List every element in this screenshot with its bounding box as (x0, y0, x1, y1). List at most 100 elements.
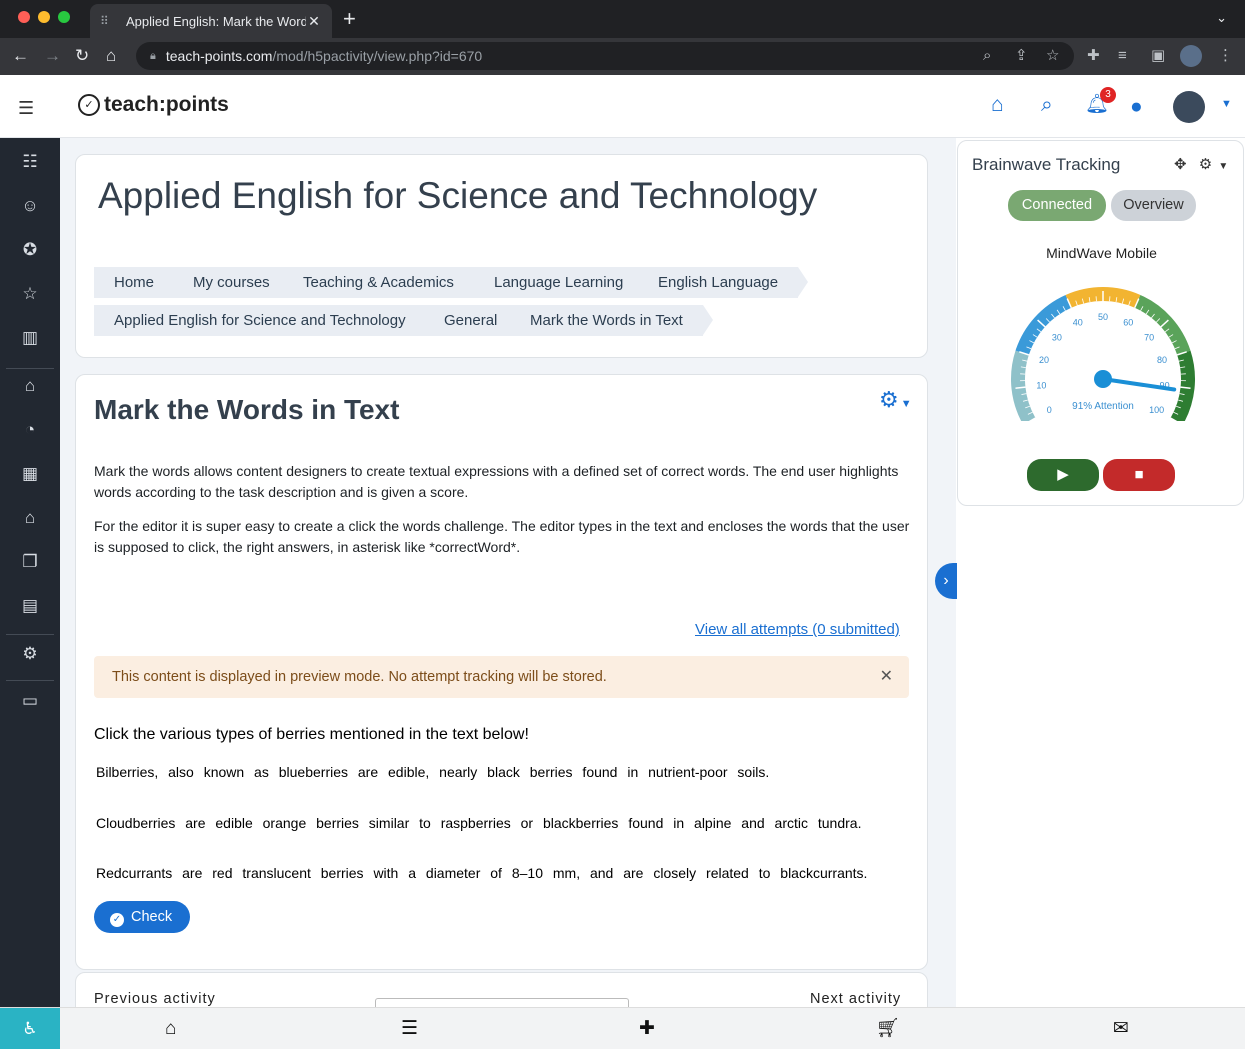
gauge-tick-label: 30 (1052, 333, 1062, 343)
accessibility-icon[interactable]: ♿︎ (0, 1008, 60, 1049)
gauge-tick-label: 100 (1149, 405, 1164, 415)
dashboard-gauge-icon[interactable]: ◔ (20, 420, 40, 440)
minimize-window-button[interactable] (38, 11, 50, 23)
maximize-window-button[interactable] (58, 11, 70, 23)
close-window-button[interactable] (18, 11, 30, 23)
course-index-icon[interactable]: ☷ (20, 152, 40, 172)
lock-icon: 🔒︎ (150, 49, 156, 62)
zoom-icon[interactable]: ⌕ (983, 46, 991, 66)
gauge-tick-label: 80 (1157, 355, 1167, 365)
activity-card: Mark the Words in Text ⚙ ▼ Mark the words… (75, 374, 928, 970)
play-button[interactable]: ▶ (1027, 459, 1099, 491)
sidebar-divider (6, 368, 54, 369)
mark-words-sentence[interactable]: Cloudberries are edible orange berries s… (96, 815, 861, 831)
forward-icon[interactable]: → (44, 46, 61, 66)
home-icon[interactable]: ⌂ (165, 1018, 176, 1040)
participants-icon[interactable]: ☺ (20, 196, 40, 216)
favourites-star-icon[interactable]: ☆ (20, 284, 40, 304)
library-book-icon[interactable]: ▥ (20, 328, 40, 348)
home-icon[interactable]: ⌂ (106, 46, 116, 66)
media-control-icon[interactable]: ≡ (1118, 46, 1127, 66)
tab-overview[interactable]: Overview (1111, 190, 1196, 221)
check-button[interactable]: ✓ Check (94, 901, 190, 933)
reload-icon[interactable]: ↻ (75, 46, 89, 66)
brainwave-block: Brainwave Tracking ✥ ⚙ ▼ Connected Overv… (957, 140, 1244, 506)
address-bar[interactable]: 🔒︎ teach-points.com/mod/h5pactivity/view… (136, 42, 1074, 70)
tab-close-icon[interactable]: ✕ (306, 13, 322, 30)
cart-icon[interactable]: 🛒︎ (876, 1018, 900, 1040)
breadcrumb-course[interactable]: Applied English for Science and Technolo… (94, 305, 436, 336)
breadcrumb-my-courses[interactable]: My courses (171, 267, 300, 298)
drawer-toggle-chevron-icon[interactable]: › (935, 563, 957, 599)
block-menu-caret-icon[interactable]: ▼ (1218, 161, 1228, 172)
breadcrumb-language-learning[interactable]: Language Learning (472, 267, 654, 298)
home-nav-icon[interactable]: ⌂ (991, 94, 1004, 116)
next-activity-label: Next activity (810, 991, 902, 1007)
notification-count-badge: 3 (1100, 87, 1116, 103)
calendar-icon[interactable]: ▦ (20, 464, 40, 484)
sidebar-divider (6, 680, 54, 681)
site-header: ☰ ✓ teach:points ⌂ ⌕ 🔔︎ ● (0, 75, 1245, 138)
breadcrumb-teaching-academics[interactable]: Teaching & Academics (281, 267, 484, 298)
tab-connected[interactable]: Connected (1008, 190, 1106, 221)
bookmark-star-icon[interactable]: ☆ (1046, 46, 1059, 66)
files-folder-icon[interactable]: ▭ (20, 691, 40, 711)
home-icon[interactable]: ⌂ (20, 376, 40, 396)
gauge-attention-readout: 91% Attention (1072, 401, 1134, 412)
content-bank-icon[interactable]: ❐ (20, 552, 40, 572)
messages-chat-icon[interactable]: ● (1130, 96, 1143, 118)
task-instruction: Click the various types of berries menti… (94, 726, 529, 743)
mail-icon[interactable]: ✉ (1113, 1018, 1129, 1040)
browser-tab-bar: ⠿ Applied English: Mark the Words in Tex… (0, 0, 1245, 38)
tab-title: Applied English: Mark the Words in Text (126, 13, 306, 29)
browser-menu-icon[interactable]: ⋮ (1218, 46, 1233, 66)
user-avatar[interactable] (1173, 91, 1205, 123)
site-admin-gear-icon[interactable]: ⚙ (20, 644, 40, 664)
sidebar-divider (6, 634, 54, 635)
extensions-icon[interactable]: ✚ (1087, 46, 1100, 66)
activity-description-1: Mark the words allows content designers … (94, 463, 899, 500)
side-panel-icon[interactable]: ▣ (1151, 46, 1165, 66)
move-block-icon[interactable]: ✥ (1174, 156, 1187, 173)
user-menu-caret-icon[interactable]: ▼ (1221, 98, 1232, 110)
add-icon[interactable]: ✚ (639, 1018, 655, 1040)
list-icon[interactable]: ☰ (401, 1018, 418, 1040)
gauge-tick-label: 0 (1047, 405, 1052, 415)
block-settings-gear-icon[interactable]: ⚙ (1199, 156, 1212, 173)
activity-settings-gear-icon[interactable]: ⚙ ▼ (879, 387, 912, 413)
my-courses-cap-icon[interactable]: ⌂ (20, 508, 40, 528)
stop-icon: ■ (1134, 466, 1144, 483)
alert-close-icon[interactable]: ✕ (880, 656, 893, 698)
new-tab-icon[interactable]: + (343, 8, 356, 30)
breadcrumb-general[interactable]: General (422, 305, 528, 336)
check-circle-icon: ✓ (110, 913, 124, 927)
badges-icon[interactable]: ✪ (20, 240, 40, 260)
url-host: teach-points.com (165, 48, 273, 64)
gauge-tick-label: 20 (1039, 355, 1049, 365)
gauge-band (1011, 350, 1036, 421)
page-title: Applied English for Science and Technolo… (98, 175, 818, 216)
back-icon[interactable]: ← (12, 46, 29, 66)
share-icon[interactable]: ⇪ (1015, 46, 1028, 66)
stop-button[interactable]: ■ (1103, 459, 1175, 491)
breadcrumb-home[interactable]: Home (94, 267, 185, 298)
logo-mark-icon: ✓ (78, 94, 100, 116)
mark-words-sentence[interactable]: Bilberries, also known as blueberries ar… (96, 764, 769, 780)
site-logo[interactable]: ✓ teach:points (78, 93, 229, 117)
gauge-hub (1094, 370, 1112, 388)
breadcrumb-english-language[interactable]: English Language (636, 267, 809, 298)
gauge-tick (1015, 386, 1026, 389)
search-icon[interactable]: ⌕ (1041, 94, 1053, 116)
hamburger-menu-icon[interactable]: ☰ (18, 98, 34, 119)
clipboard-icon[interactable]: ▤ (20, 596, 40, 616)
gauge-tick-label: 50 (1098, 312, 1108, 322)
right-block-drawer: Brainwave Tracking ✥ ⚙ ▼ Connected Overv… (956, 138, 1245, 1007)
tab-search-chevron-icon[interactable]: ⌄ (1216, 10, 1227, 26)
play-icon: ▶ (1057, 466, 1069, 483)
browser-tab-active[interactable]: ⠿ Applied English: Mark the Words in Tex… (90, 4, 332, 38)
view-attempts-link[interactable]: View all attempts (0 submitted) (695, 621, 900, 638)
logo-text: teach:points (104, 93, 229, 116)
breadcrumb-current-activity: Mark the Words in Text (510, 305, 713, 336)
mark-words-sentence[interactable]: Redcurrants are red translucent berries … (96, 865, 867, 881)
browser-profile-avatar[interactable] (1180, 45, 1202, 67)
